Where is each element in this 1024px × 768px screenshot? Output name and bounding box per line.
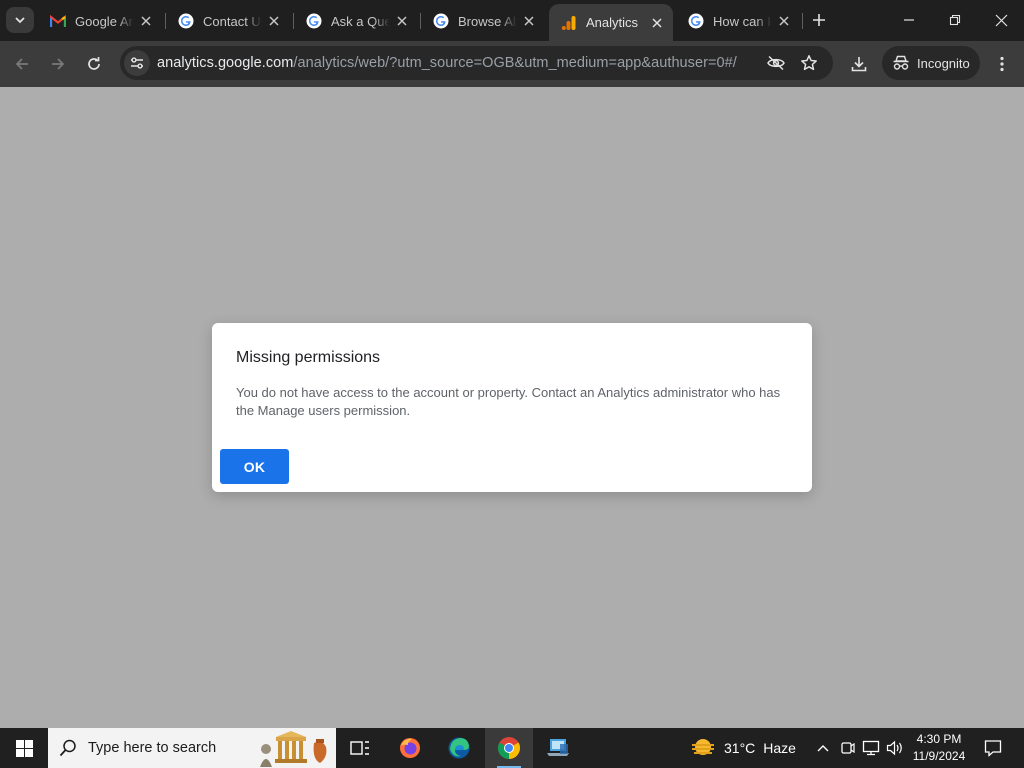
star-icon — [801, 55, 817, 71]
downloads-button[interactable] — [845, 50, 873, 78]
forward-button[interactable] — [44, 50, 72, 78]
task-view-button[interactable] — [336, 728, 384, 768]
haze-icon — [690, 736, 716, 760]
url-host: analytics.google.com — [157, 55, 294, 71]
tune-icon — [131, 57, 143, 69]
task-view-icon — [350, 741, 369, 755]
search-placeholder: Type here to search — [88, 740, 217, 756]
camera-icon — [841, 742, 855, 754]
taskbar: Type here to search 31°C Haze 4:30 PM 11… — [0, 728, 1024, 768]
eye-off-icon — [767, 55, 785, 71]
back-button[interactable] — [8, 50, 36, 78]
speaker-icon — [886, 740, 902, 756]
tab-analytics[interactable]: Analytics — [549, 4, 673, 41]
incognito-badge[interactable]: Incognito — [882, 46, 980, 80]
tray-volume[interactable] — [885, 738, 905, 758]
tab-title: Analytics — [586, 15, 639, 30]
close-tab-icon[interactable] — [649, 15, 665, 31]
reload-icon — [88, 57, 100, 70]
windows-icon — [15, 739, 33, 757]
tab-strip: Google An Contact Us Ask a Question Brow… — [0, 0, 1024, 41]
taskbar-edge[interactable] — [435, 728, 483, 768]
chevron-up-icon — [817, 745, 829, 752]
laptop-app-icon — [547, 739, 569, 756]
google-icon — [433, 13, 449, 29]
tab-contact-us[interactable]: Contact Us — [166, 5, 290, 37]
firefox-icon — [400, 738, 420, 758]
restore-button[interactable] — [932, 0, 978, 40]
google-icon — [178, 13, 194, 29]
google-icon — [688, 13, 704, 29]
missing-permissions-dialog: Missing permissions You do not have acce… — [212, 323, 812, 492]
google-icon — [306, 13, 322, 29]
close-window-button[interactable] — [978, 0, 1024, 40]
tray-network[interactable] — [861, 738, 881, 758]
edge-icon — [448, 737, 470, 759]
tab-title: How can I — [713, 13, 771, 29]
close-tab-icon[interactable] — [521, 13, 537, 29]
plus-icon — [813, 14, 825, 26]
taskbar-clock[interactable]: 4:30 PM 11/9/2024 — [905, 731, 973, 765]
bookmark-button[interactable] — [799, 53, 819, 73]
tab-search-button[interactable] — [6, 7, 34, 33]
notification-center-button[interactable] — [978, 728, 1008, 768]
site-info-button[interactable] — [124, 50, 150, 76]
dialog-title: Missing permissions — [236, 349, 381, 366]
clock-time: 4:30 PM — [916, 732, 962, 746]
search-highlight-illustration-icon — [260, 731, 327, 767]
chrome-menu-button[interactable] — [990, 50, 1014, 78]
tab-separator — [802, 13, 803, 29]
restore-icon — [949, 14, 961, 26]
taskbar-firefox[interactable] — [386, 728, 434, 768]
taskbar-chrome[interactable] — [485, 728, 533, 768]
arrow-left-icon — [15, 58, 28, 70]
chrome-icon — [498, 737, 520, 759]
close-tab-icon[interactable] — [138, 13, 154, 29]
tab-how-can-i[interactable]: How can I — [676, 5, 800, 37]
analytics-icon — [561, 15, 577, 31]
url-text[interactable]: analytics.google.com/analytics/web/?utm_… — [157, 55, 737, 71]
minimize-icon — [904, 19, 914, 21]
page-overlay: Missing permissions You do not have acce… — [0, 87, 1024, 728]
close-tab-icon[interactable] — [266, 13, 282, 29]
incognito-label: Incognito — [917, 55, 970, 71]
close-tab-icon[interactable] — [394, 13, 410, 29]
tab-browse-all[interactable]: Browse All — [421, 5, 545, 37]
weather-temp: 31°C — [724, 740, 756, 756]
gmail-icon — [50, 13, 66, 29]
address-bar[interactable]: analytics.google.com/analytics/web/?utm_… — [120, 46, 833, 80]
tab-title: Contact Us — [203, 13, 262, 29]
taskbar-search-box[interactable]: Type here to search — [48, 728, 336, 768]
new-tab-button[interactable] — [808, 9, 830, 31]
tab-title: Browse All — [458, 13, 517, 29]
arrow-right-icon — [52, 58, 65, 70]
tab-title: Ask a Question — [331, 13, 390, 29]
tray-meet-now[interactable] — [837, 738, 857, 758]
close-tab-icon[interactable] — [776, 13, 792, 29]
download-icon — [851, 57, 867, 72]
tracking-protection-button[interactable] — [766, 53, 786, 73]
chevron-down-icon — [15, 17, 25, 24]
tab-title: Google An — [75, 13, 134, 29]
weather-widget[interactable]: 31°C Haze — [690, 728, 796, 768]
tab-google-analytics[interactable]: Google An — [38, 5, 162, 37]
taskbar-app[interactable] — [534, 728, 582, 768]
more-vert-icon — [1000, 56, 1004, 72]
incognito-icon — [892, 54, 910, 72]
network-icon — [862, 740, 880, 756]
ok-button[interactable]: OK — [220, 449, 289, 484]
reload-button[interactable] — [80, 50, 108, 78]
url-path: /analytics/web/?utm_source=OGB&utm_mediu… — [293, 55, 737, 71]
tab-ask-a-question[interactable]: Ask a Question — [294, 5, 418, 37]
clock-date: 11/9/2024 — [912, 749, 966, 763]
dialog-message: You do not have access to the account or… — [236, 385, 781, 418]
start-button[interactable] — [0, 728, 48, 768]
show-hidden-icons-button[interactable] — [813, 738, 833, 758]
close-icon — [995, 14, 1007, 26]
search-icon — [59, 739, 76, 757]
notification-icon — [984, 740, 1002, 757]
browser-toolbar: analytics.google.com/analytics/web/?utm_… — [0, 41, 1024, 87]
minimize-button[interactable] — [886, 0, 932, 40]
weather-desc: Haze — [763, 740, 796, 756]
